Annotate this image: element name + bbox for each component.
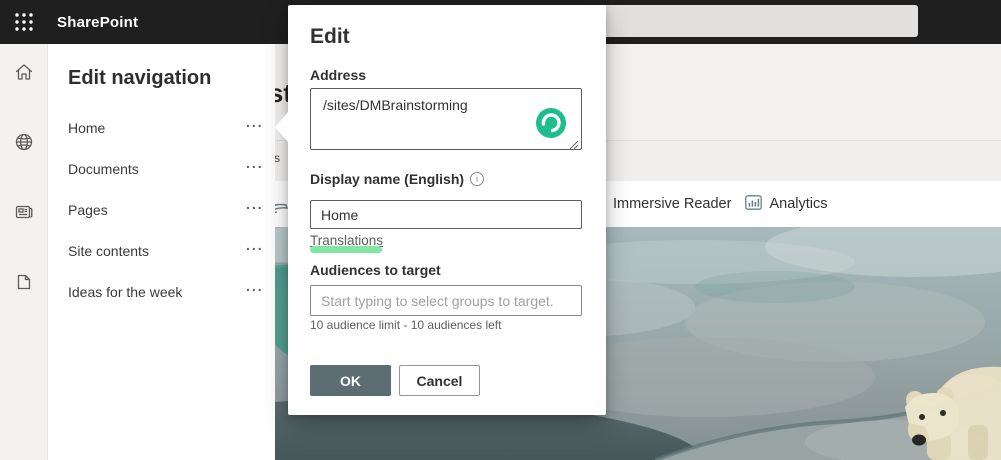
address-label: Address [310,67,367,83]
document-icon [17,274,31,290]
more-icon[interactable]: ... [246,196,270,216]
annotation-highlight [310,246,382,253]
display-name-label: Display name (English) i [310,171,485,187]
dialog-title: Edit [310,25,350,48]
app-launcher-waffle-icon[interactable] [10,8,38,36]
home-icon [15,64,33,80]
rail-home-button[interactable] [13,61,35,83]
analytics-label: Analytics [769,196,828,212]
ok-button[interactable]: OK [310,365,391,396]
sharepoint-app: Immersive Reader Analytics st s SharePoi… [0,0,1001,460]
nav-item-pages[interactable]: Pages ... [68,196,262,224]
audiences-input[interactable] [310,285,582,316]
immersive-reader-label: Immersive Reader [613,196,732,212]
nav-item-site-contents[interactable]: Site contents ... [68,237,262,265]
cancel-button[interactable]: Cancel [399,365,480,396]
nav-item-documents[interactable]: Documents ... [68,155,262,183]
audience-limit-helper: 10 audience limit - 10 audiences left [310,318,502,332]
edit-dialog: Edit Address /sites/DMBrainstorming Disp… [288,5,606,415]
sharepoint-wordmark[interactable]: SharePoint [57,0,138,44]
more-icon[interactable]: ... [246,278,270,298]
immersive-reader-button[interactable]: Immersive Reader [613,196,731,212]
loading-spinner-icon [536,108,566,138]
edit-navigation-title: Edit navigation [68,67,212,89]
left-app-rail [0,44,48,460]
info-icon[interactable]: i [470,172,485,186]
audiences-label: Audiences to target [310,262,441,278]
analytics-button[interactable]: Analytics [745,194,828,214]
edit-navigation-panel: Edit navigation Home ... Documents ... P… [48,44,275,460]
news-icon [15,205,33,219]
more-icon[interactable]: ... [246,237,270,257]
more-icon[interactable]: ... [246,114,270,134]
callout-beak [275,112,288,142]
search-input[interactable] [600,5,918,37]
display-name-input[interactable] [310,200,582,229]
globe-icon [15,133,33,151]
nav-item-home[interactable]: Home ... [68,114,262,142]
resize-grip-icon[interactable] [568,137,579,155]
more-icon[interactable]: ... [246,155,270,175]
rail-globe-button[interactable] [13,131,35,153]
analytics-icon [745,194,763,214]
rail-pages-button[interactable] [13,271,35,293]
rail-news-button[interactable] [13,201,35,223]
nav-item-ideas-for-the-week[interactable]: Ideas for the week ... [68,278,262,306]
